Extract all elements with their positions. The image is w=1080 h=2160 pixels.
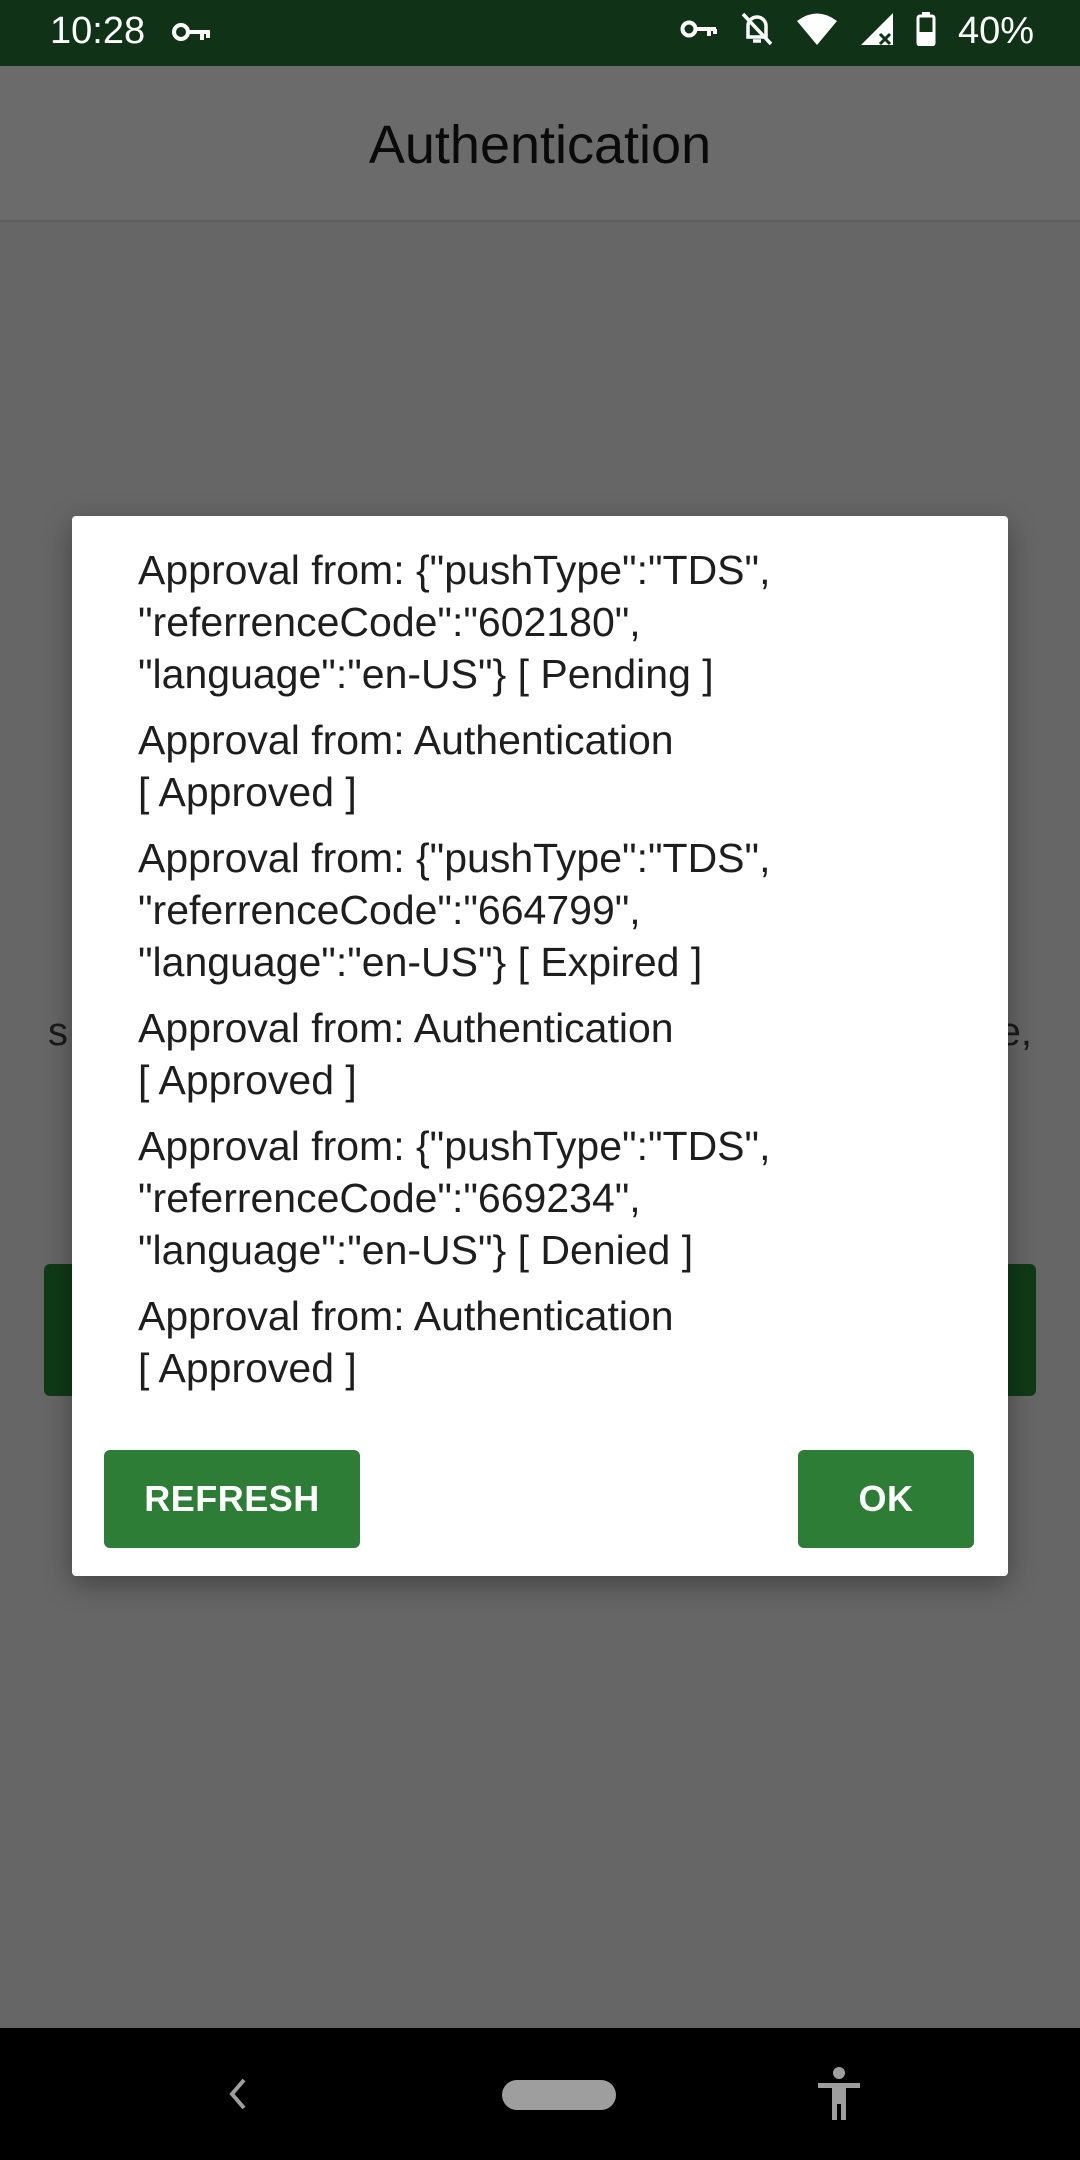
item-line: "language":"en-US"} [ Pending ] xyxy=(138,651,714,697)
approval-list: Approval from: {"pushType":"TDS", "refer… xyxy=(138,544,958,1408)
item-line: Approval from: Authentication xyxy=(138,1005,674,1051)
navigation-bar xyxy=(0,2028,1080,2160)
list-item: Approval from: Authentication [ Approved… xyxy=(138,714,958,818)
list-item: Approval from: Authentication [ Approved… xyxy=(138,1002,958,1106)
signal-icon xyxy=(860,12,894,51)
key-icon xyxy=(680,14,718,49)
battery-icon xyxy=(916,12,936,51)
item-line: [ Approved ] xyxy=(138,1345,357,1391)
item-line: Approval from: Authentication xyxy=(138,1293,674,1339)
page-title: Authentication xyxy=(368,115,712,175)
bell-off-icon xyxy=(740,11,774,52)
ok-button[interactable]: OK xyxy=(798,1450,974,1548)
item-line: "referrenceCode":"664799", xyxy=(138,887,641,933)
back-icon[interactable] xyxy=(222,2072,252,2121)
app-bar: Authentication xyxy=(0,66,1080,222)
item-line: "referrenceCode":"669234", xyxy=(138,1175,641,1221)
status-time: 10:28 xyxy=(50,10,146,52)
list-item: Approval from: {"pushType":"TDS", "refer… xyxy=(138,544,958,700)
refresh-button[interactable]: REFRESH xyxy=(104,1450,360,1548)
item-line: Approval from: {"pushType":"TDS", xyxy=(138,1123,771,1169)
item-line: Approval from: {"pushType":"TDS", xyxy=(138,835,771,881)
background-text-left: s xyxy=(48,1010,68,1054)
list-item: Approval from: Authentication [ Approved… xyxy=(138,1290,958,1394)
wifi-icon xyxy=(796,12,838,51)
item-line: [ Approved ] xyxy=(138,769,357,815)
approval-history-dialog: Approval from: {"pushType":"TDS", "refer… xyxy=(72,516,1008,1576)
status-icons: 40% xyxy=(680,10,1034,53)
item-line: [ Approved ] xyxy=(138,1057,357,1103)
item-line: "referrenceCode":"602180", xyxy=(138,599,641,645)
status-bar: 10:28 40% xyxy=(0,0,1080,66)
home-pill-icon[interactable] xyxy=(502,2080,616,2110)
list-item: Approval from: {"pushType":"TDS", "refer… xyxy=(138,832,958,988)
item-line: "language":"en-US"} [ Denied ] xyxy=(138,1227,694,1273)
item-line: Approval from: Authentication xyxy=(138,717,674,763)
accessibility-icon[interactable] xyxy=(814,2066,864,2127)
item-line: "language":"en-US"} [ Expired ] xyxy=(138,939,703,985)
list-item: Approval from: {"pushType":"TDS", "refer… xyxy=(138,1120,958,1276)
item-line: Approval from: {"pushType":"TDS", xyxy=(138,547,771,593)
vpn-key-icon xyxy=(172,16,212,53)
battery-percent: 40% xyxy=(957,10,1034,52)
